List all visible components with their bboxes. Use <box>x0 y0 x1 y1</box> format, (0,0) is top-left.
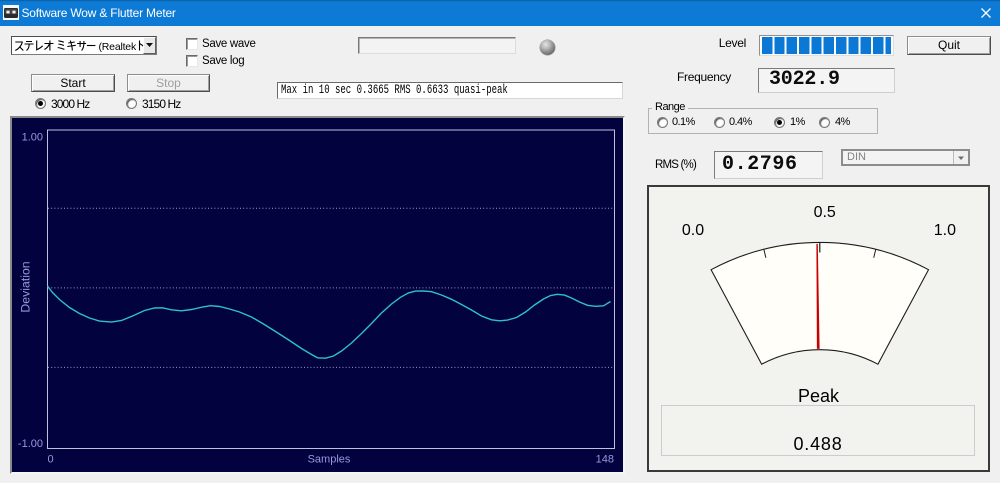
svg-text:1.0: 1.0 <box>934 222 956 239</box>
svg-text:148: 148 <box>596 454 614 466</box>
svg-text:1.00: 1.00 <box>22 131 43 143</box>
svg-text:Deviation: Deviation <box>19 261 33 312</box>
svg-text:Samples: Samples <box>308 454 351 466</box>
svg-text:(Realtek: (Realtek <box>98 41 136 53</box>
svg-text:-1.00: -1.00 <box>18 438 43 450</box>
svg-text:0.5: 0.5 <box>814 204 836 221</box>
svg-text:0.0: 0.0 <box>682 222 704 239</box>
svg-text:0: 0 <box>48 454 54 466</box>
